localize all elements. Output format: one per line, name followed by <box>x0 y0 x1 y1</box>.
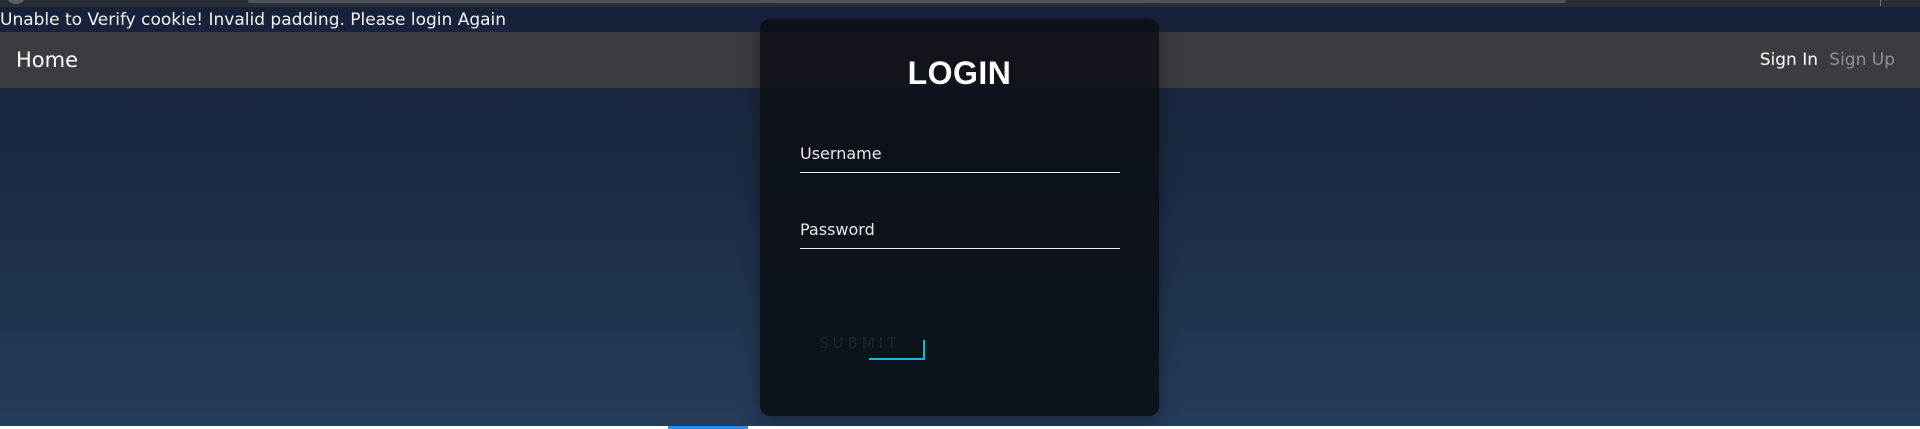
scrollbar-stub-icon <box>8 0 24 4</box>
submit-underline-decoration <box>869 358 924 360</box>
login-card: LOGIN SUBMIT <box>760 19 1159 416</box>
submit-corner-decoration <box>923 340 925 360</box>
password-field-wrapper <box>800 206 1120 249</box>
username-field-wrapper <box>800 130 1120 173</box>
login-title: LOGIN <box>907 55 1012 91</box>
nav-home-link[interactable]: Home <box>16 32 78 88</box>
horizontal-scrollbar[interactable] <box>248 0 1566 3</box>
submit-button-label: SUBMIT <box>819 334 901 352</box>
username-input[interactable] <box>800 130 1120 172</box>
cookie-error-message: Unable to Verify cookie! Invalid padding… <box>0 10 507 30</box>
browser-top-strip <box>0 0 1920 7</box>
nav-sign-in-link[interactable]: Sign In <box>1760 32 1818 88</box>
submit-button[interactable]: SUBMIT <box>819 326 925 360</box>
strip-divider <box>1880 0 1881 6</box>
password-input[interactable] <box>800 206 1120 248</box>
nav-sign-up-link[interactable]: Sign Up <box>1829 32 1895 88</box>
